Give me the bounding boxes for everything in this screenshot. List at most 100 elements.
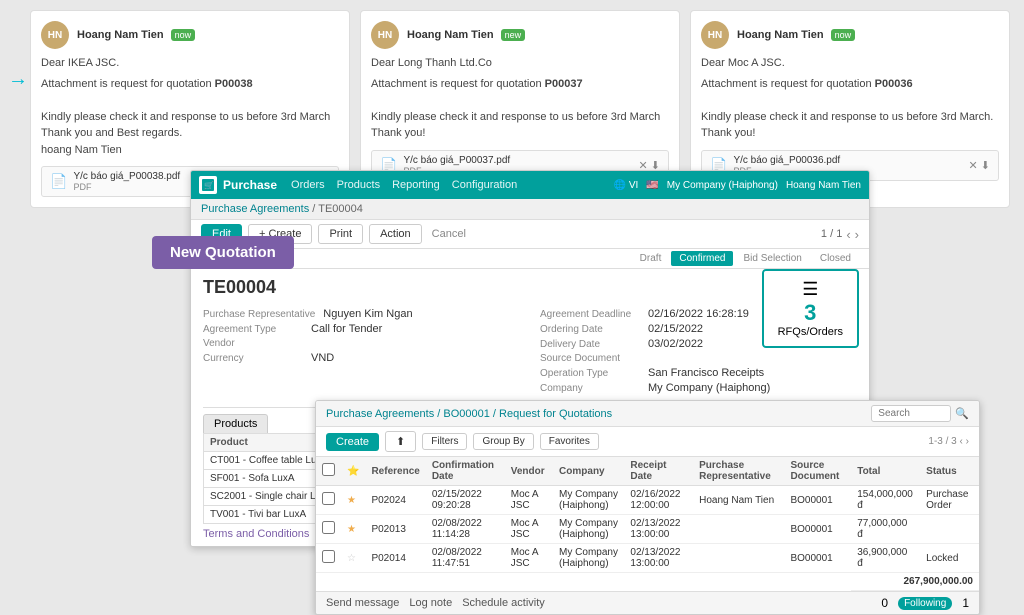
following-badge[interactable]: Following [898, 597, 952, 610]
col-confirmation-date[interactable]: Confirmation Date [426, 457, 505, 486]
status-3: Locked [920, 544, 979, 573]
company-2: My Company (Haiphong) [553, 515, 624, 544]
value-delivery-date: 03/02/2022 [648, 338, 703, 350]
sub-header: Purchase Agreements / BO00001 / Request … [316, 401, 979, 427]
field-purchase-rep: Purchase Representative Nguyen Kim Ngan [203, 308, 520, 320]
total-row: 267,900,000.00 [316, 573, 979, 591]
ref-2: P02013 [365, 515, 425, 544]
label-purchase-rep: Purchase Representative [203, 309, 315, 320]
email-body-1: Dear IKEA JSC. Attachment is request for… [41, 55, 339, 158]
create-rfq-button[interactable]: Create [326, 433, 379, 451]
sub-next-button[interactable]: › [966, 436, 969, 447]
col-vendor[interactable]: Vendor [505, 457, 553, 486]
search-input[interactable] [871, 405, 951, 422]
email-text-1: Attachment is request for quotation P000… [41, 76, 339, 159]
upload-button[interactable]: ⬆ [385, 431, 416, 452]
value-operation-type: San Francisco Receipts [648, 367, 764, 379]
page-info: 1 / 1 [821, 228, 842, 240]
source-doc-1: BO00001 [784, 486, 851, 515]
field-source-doc: Source Document [540, 353, 857, 364]
attachment-type-1: PDF [73, 182, 180, 192]
col-receipt-date[interactable]: Receipt Date [624, 457, 693, 486]
page-count-text: 1-3 / 3 [928, 436, 956, 447]
following-count: 0 [881, 596, 888, 610]
filters-button[interactable]: Filters [422, 433, 467, 450]
tab-closed[interactable]: Closed [812, 251, 859, 266]
next-page-button[interactable]: › [855, 227, 859, 242]
email-body-2: Dear Long Thanh Ltd.Co Attachment is req… [371, 55, 669, 142]
col-total[interactable]: Total [851, 457, 920, 486]
badge-1: now [171, 29, 196, 41]
recipient-3: Dear Moc A JSC. [701, 55, 999, 72]
breadcrumb-parent[interactable]: Purchase Agreements [201, 203, 309, 215]
label-agreement-type: Agreement Type [203, 324, 303, 335]
products-tab[interactable]: Products [203, 414, 268, 433]
star-3[interactable]: ☆ [347, 553, 356, 564]
sub-breadcrumb[interactable]: Purchase Agreements / BO00001 / Request … [326, 408, 612, 420]
sender-name-2: Hoang Nam Tien [407, 29, 494, 41]
new-quotation-badge: New Quotation [152, 236, 294, 269]
nav-reporting[interactable]: Reporting [392, 179, 440, 191]
star-1[interactable]: ★ [347, 495, 356, 506]
rfq-count: 3 [778, 300, 843, 326]
tab-draft[interactable]: Draft [632, 251, 670, 266]
purchase-rep-2 [693, 515, 784, 544]
page-nav: 1 / 1 ‹ › [821, 227, 859, 242]
favorites-button[interactable]: Favorites [540, 433, 599, 450]
pdf-icon-1: 📄 [50, 173, 67, 190]
attachment-name-2: Y/c báo giá_P00037.pdf [403, 155, 510, 166]
avatar-1: HN [41, 21, 69, 49]
tab-confirmed[interactable]: Confirmed [671, 251, 733, 266]
sub-search: 🔍 [871, 405, 969, 422]
nav-items: Orders Products Reporting Configuration [291, 179, 517, 191]
label-company: Company [540, 383, 640, 394]
status-2 [920, 515, 979, 544]
cancel-button[interactable]: Cancel [432, 228, 466, 240]
col-status[interactable]: Status [920, 457, 979, 486]
app-name: Purchase [223, 178, 277, 192]
tab-bid-selection[interactable]: Bid Selection [735, 251, 809, 266]
label-source-doc: Source Document [540, 353, 640, 364]
value-company: My Company (Haiphong) [648, 382, 770, 394]
field-operation-type: Operation Type San Francisco Receipts [540, 367, 857, 379]
print-button[interactable]: Print [318, 224, 363, 244]
attachment-name-3: Y/c báo giá_P00036.pdf [733, 155, 840, 166]
col-source-doc[interactable]: Source Document [784, 457, 851, 486]
nav-products[interactable]: Products [337, 179, 380, 191]
row-checkbox-1[interactable] [322, 492, 335, 505]
attachment-name-1: Y/c báo giá_P00038.pdf [73, 171, 180, 182]
action-button[interactable]: Action [369, 224, 422, 244]
value-currency: VND [311, 352, 334, 364]
attachment-actions-3[interactable]: ✕ ⬇ [969, 159, 991, 172]
send-message-button[interactable]: Send message [326, 597, 399, 609]
nav-configuration[interactable]: Configuration [452, 179, 517, 191]
group-by-button[interactable]: Group By [473, 433, 533, 450]
row-checkbox-3[interactable] [322, 550, 335, 563]
breadcrumb-current: TE00004 [318, 203, 363, 215]
log-note-button[interactable]: Log note [409, 597, 452, 609]
badge-2: new [501, 29, 526, 41]
select-all-checkbox[interactable] [322, 463, 335, 476]
row-checkbox-2[interactable] [322, 521, 335, 534]
sub-table: ⭐ Reference Confirmation Date Vendor Com… [316, 457, 979, 591]
lang-icon: 🌐 VI [614, 180, 639, 191]
flag-icon: 🇺🇸 [646, 180, 658, 191]
table-row: ★ P02013 02/08/2022 11:14:28 Moc A JSC M… [316, 515, 979, 544]
ref-1: P02024 [365, 486, 425, 515]
star-2[interactable]: ★ [347, 524, 356, 535]
topnav-right: 🌐 VI 🇺🇸 My Company (Haiphong) Hoang Nam … [614, 180, 861, 191]
rfq-counter[interactable]: ☰ 3 RFQs/Orders [762, 269, 859, 348]
col-purchase-rep[interactable]: Purchase Representative [693, 457, 784, 486]
schedule-activity-button[interactable]: Schedule activity [462, 597, 545, 609]
nav-orders[interactable]: Orders [291, 179, 325, 191]
company-3: My Company (Haiphong) [553, 544, 624, 573]
col-company[interactable]: Company [553, 457, 624, 486]
recipient-1: Dear IKEA JSC. [41, 55, 339, 72]
rfq-count-icon: ☰ [778, 279, 843, 300]
search-icon[interactable]: 🔍 [955, 407, 969, 420]
col-reference[interactable]: Reference [365, 457, 425, 486]
prev-page-button[interactable]: ‹ [846, 227, 850, 242]
col-checkbox [316, 457, 341, 486]
sub-prev-button[interactable]: ‹ [960, 436, 963, 447]
doc-title: TE00004 [203, 277, 857, 298]
